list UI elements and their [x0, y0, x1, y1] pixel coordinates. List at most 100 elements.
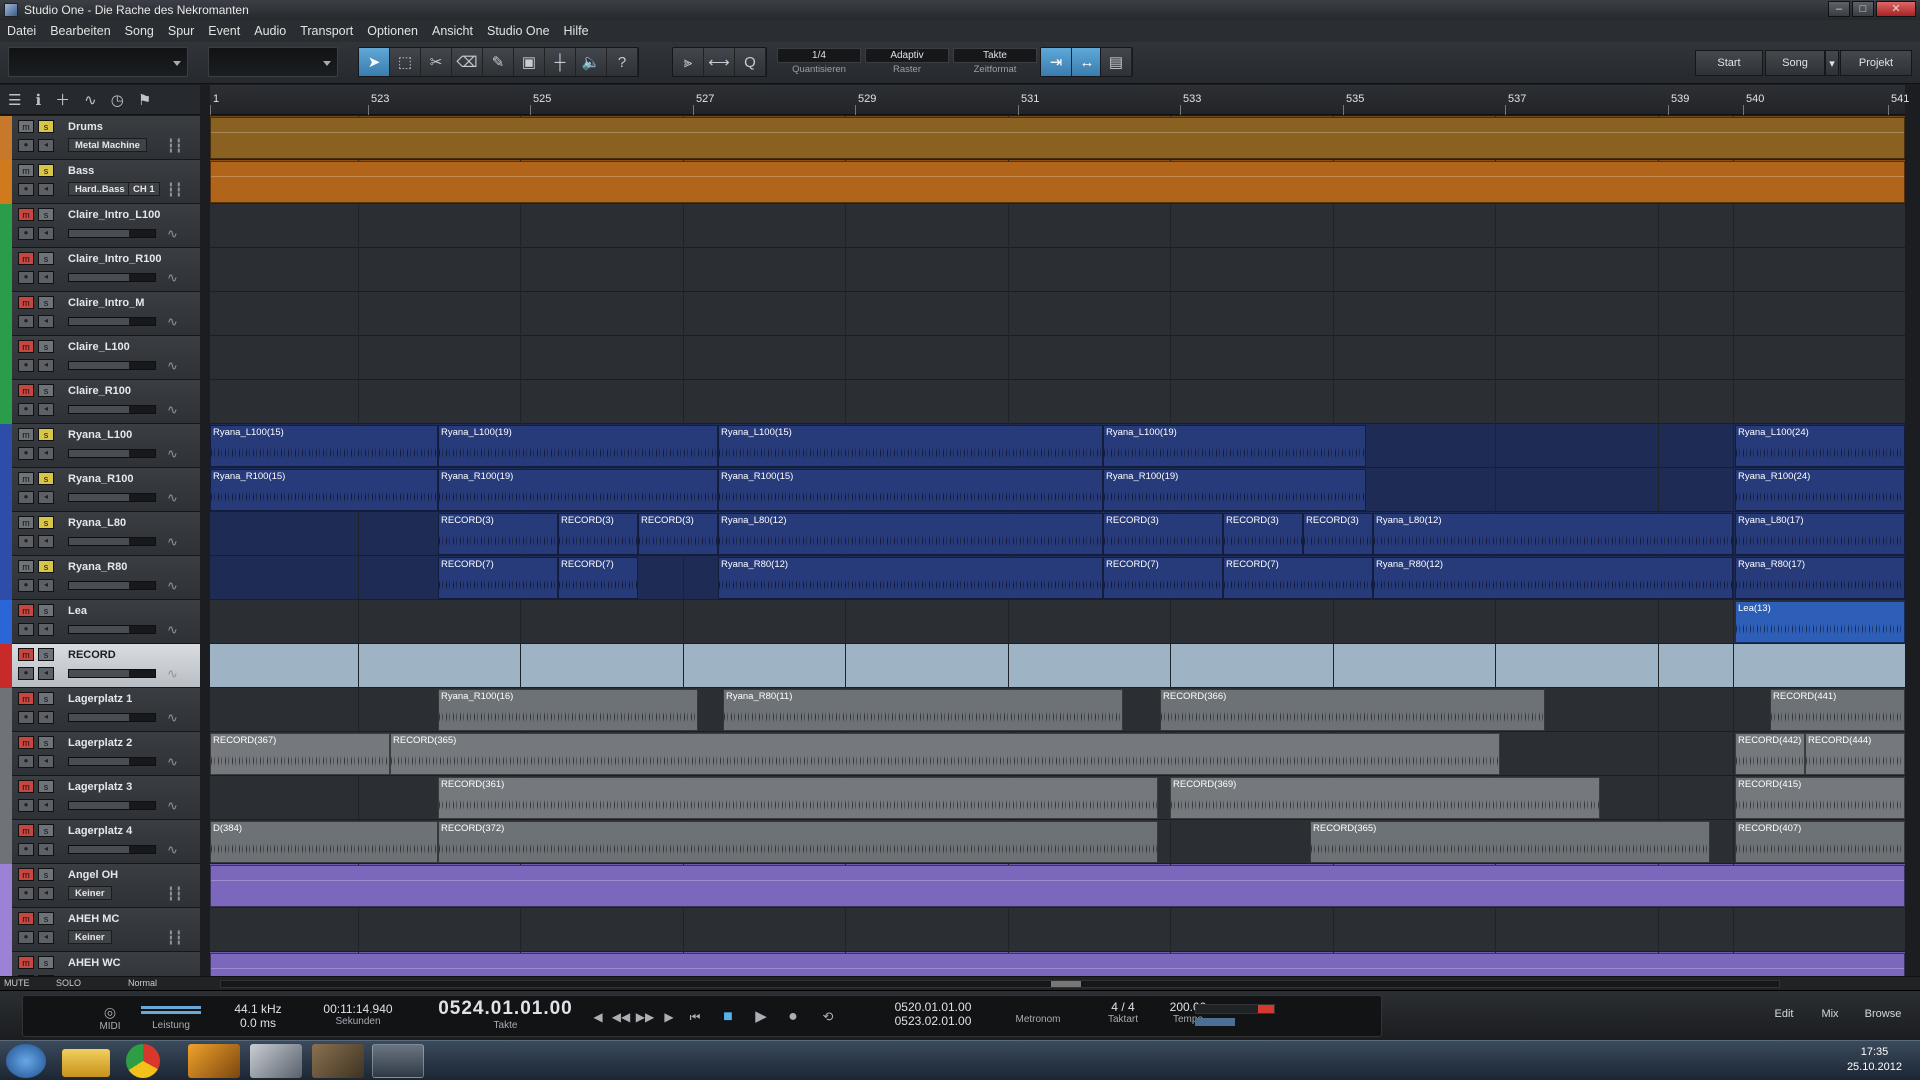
menu-studio-one[interactable]: Studio One [480, 24, 557, 38]
film-icon[interactable]: ▤ [1101, 48, 1132, 76]
track-name[interactable]: Lea [68, 605, 87, 617]
record-arm-button[interactable]: ● [18, 931, 34, 944]
flag-icon[interactable]: ⚑ [138, 91, 151, 109]
volume-fader[interactable] [68, 581, 156, 590]
volume-fader[interactable] [68, 229, 156, 238]
range-tool-icon[interactable]: ⬚ [390, 48, 421, 76]
quantize-box[interactable]: 1/4 Quantisieren [777, 48, 861, 78]
volume-fader[interactable] [68, 273, 156, 282]
timeformat-box[interactable]: Takte Zeitformat [953, 48, 1037, 78]
monitor-button[interactable]: ◂ [38, 887, 54, 900]
record-arm-button[interactable]: ● [18, 667, 34, 680]
audio-event[interactable]: RECORD(3) [1303, 513, 1373, 555]
audio-event[interactable]: Ryana_L100(15) [718, 425, 1103, 467]
monitor-button[interactable]: ◂ [38, 667, 54, 680]
mute-button[interactable]: m [18, 516, 34, 529]
audio-event[interactable]: RECORD(441) [1770, 689, 1905, 731]
volume-fader[interactable] [68, 405, 156, 414]
record-arm-button[interactable]: ● [18, 711, 34, 724]
menu-optionen[interactable]: Optionen [360, 24, 425, 38]
browse-view-button[interactable]: Browse [1855, 1001, 1911, 1027]
solo-all-label[interactable]: SOLO [56, 978, 81, 988]
track-header[interactable]: m s ● ◂ Ryana_R100 ∿ [0, 468, 200, 512]
audio-event[interactable]: RECORD(7) [1103, 557, 1223, 599]
solo-button[interactable]: s [38, 824, 54, 837]
loop-range-display[interactable]: 0520.01.01.00 0523.02.01.00 [883, 1000, 983, 1028]
horizontal-scrollbar[interactable] [220, 980, 1780, 988]
studio-taskbar-icon[interactable] [250, 1044, 302, 1078]
system-clock[interactable]: 17:35 25.10.2012 [1847, 1045, 1902, 1075]
monitor-button[interactable]: ◂ [38, 623, 54, 636]
track-header[interactable]: ms●◂AHEH WC [0, 952, 200, 976]
track-name[interactable]: Claire_R100 [68, 385, 131, 397]
follow-icon[interactable]: ⇥ [1041, 48, 1072, 76]
record-arm-button[interactable]: ● [18, 183, 34, 196]
play-icon[interactable]: ▶ [751, 1008, 771, 1026]
record-arm-button[interactable]: ● [18, 887, 34, 900]
forward-icon[interactable]: ▶▶ [635, 1008, 655, 1026]
track-header[interactable]: m s ● ◂ Ryana_R80 ∿ [0, 556, 200, 600]
mute-button[interactable]: m [18, 120, 34, 133]
menu-transport[interactable]: Transport [293, 24, 360, 38]
track-name[interactable]: Ryana_L100 [68, 429, 132, 441]
mute-button[interactable]: m [18, 252, 34, 265]
volume-fader[interactable] [68, 449, 156, 458]
monitor-button[interactable]: ◂ [38, 403, 54, 416]
mute-button[interactable]: m [18, 604, 34, 617]
audio-event[interactable]: Ryana_L80(12) [1373, 513, 1733, 555]
menu-hilfe[interactable]: Hilfe [557, 24, 596, 38]
track-name[interactable]: Lagerplatz 3 [68, 781, 132, 793]
mute-tool-icon[interactable]: ▣ [514, 48, 545, 76]
volume-fader[interactable] [68, 757, 156, 766]
mute-button[interactable]: m [18, 736, 34, 749]
quantize-q-icon[interactable]: Q [735, 48, 766, 76]
volume-fader[interactable] [68, 537, 156, 546]
page-projekt-button[interactable]: Projekt [1840, 50, 1912, 76]
monitor-button[interactable]: ◂ [38, 227, 54, 240]
audio-event[interactable]: RECORD(3) [638, 513, 718, 555]
part[interactable] [210, 161, 1905, 203]
record-arm-button[interactable]: ● [18, 755, 34, 768]
part[interactable] [210, 953, 1905, 976]
audio-event[interactable]: Ryana_R80(12) [1373, 557, 1733, 599]
audio-event[interactable]: RECORD(444) [1805, 733, 1905, 775]
mute-button[interactable]: m [18, 208, 34, 221]
page-song-button[interactable]: Song [1765, 50, 1825, 76]
audio-event[interactable]: Ryana_R100(15) [210, 469, 438, 511]
volume-fader[interactable] [68, 801, 156, 810]
paint-tool-icon[interactable]: ✎ [483, 48, 514, 76]
menu-song[interactable]: Song [118, 24, 161, 38]
studio-one-taskbar-icon[interactable] [372, 1044, 424, 1078]
monitor-button[interactable]: ◂ [38, 843, 54, 856]
audio-event[interactable]: RECORD(369) [1170, 777, 1600, 819]
solo-button[interactable]: s [38, 648, 54, 661]
monitor-button[interactable]: ◂ [38, 799, 54, 812]
audio-event[interactable]: D(384) [210, 821, 438, 863]
mute-button[interactable]: m [18, 780, 34, 793]
audio-event[interactable]: RECORD(372) [438, 821, 1158, 863]
menu-ansicht[interactable]: Ansicht [425, 24, 480, 38]
monitor-button[interactable]: ◂ [38, 579, 54, 592]
solo-button[interactable]: s [38, 428, 54, 441]
track-name[interactable]: RECORD [68, 649, 116, 661]
audio-event[interactable]: RECORD(361) [438, 777, 1158, 819]
forward-end-icon[interactable]: ▶ [659, 1008, 679, 1026]
audio-event[interactable]: RECORD(3) [558, 513, 638, 555]
solo-button[interactable]: s [38, 956, 54, 969]
record-arm-button[interactable]: ● [18, 271, 34, 284]
track-lane[interactable] [210, 248, 1905, 292]
monitor-button[interactable]: ◂ [38, 931, 54, 944]
menu-datei[interactable]: Datei [0, 24, 43, 38]
arrow-tool-icon[interactable]: ➤ [359, 48, 390, 76]
audio-event[interactable]: RECORD(442) [1735, 733, 1805, 775]
audio-event[interactable]: RECORD(407) [1735, 821, 1905, 863]
part[interactable] [210, 865, 1905, 907]
bend-tool-icon[interactable]: ┼ [545, 48, 576, 76]
track-dropdown[interactable] [208, 47, 338, 77]
raster-box[interactable]: Adaptiv Raster [865, 48, 949, 78]
mute-button[interactable]: m [18, 692, 34, 705]
menu-audio[interactable]: Audio [247, 24, 293, 38]
audio-event[interactable]: RECORD(3) [1103, 513, 1223, 555]
record-arm-button[interactable]: ● [18, 139, 34, 152]
volume-fader[interactable] [68, 493, 156, 502]
